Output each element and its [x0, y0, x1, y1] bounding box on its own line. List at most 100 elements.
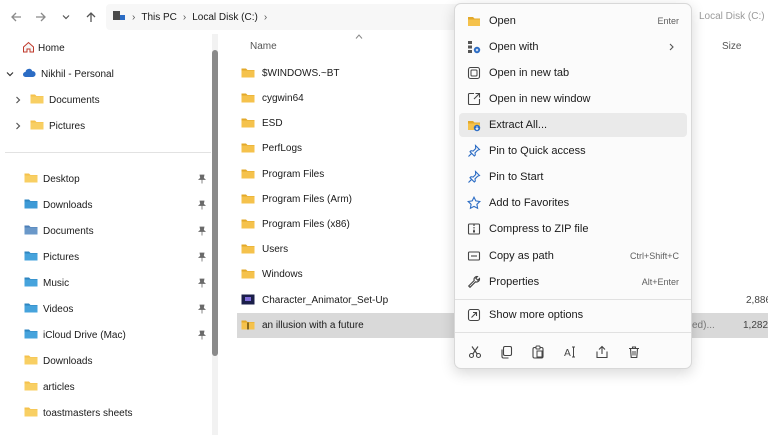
- recent-locations-chevron-icon[interactable]: [58, 9, 74, 25]
- paste-icon[interactable]: [529, 343, 547, 361]
- pin-icon[interactable]: [197, 278, 207, 288]
- sidebar-item-toastmasters-sheets[interactable]: toastmasters sheets: [24, 402, 234, 424]
- sidebar-item-articles[interactable]: articles: [24, 376, 234, 398]
- menu-item-pin-quick-access[interactable]: Pin to Quick access: [459, 139, 687, 163]
- folder-icon: [24, 380, 38, 394]
- file-size: 1,282: [743, 320, 768, 331]
- menu-item-shortcut: Enter: [657, 16, 679, 26]
- file-row[interactable]: Program Files (Arm): [237, 187, 457, 212]
- downloads-folder-icon: [24, 198, 38, 212]
- sidebar-item-label: Nikhil - Personal: [41, 68, 114, 80]
- videos-folder-icon: [24, 302, 38, 316]
- share-icon[interactable]: [593, 343, 611, 361]
- cloud-icon: [22, 68, 36, 81]
- sidebar-item-downloads[interactable]: Downloads: [24, 194, 234, 216]
- menu-item-compress-zip[interactable]: Compress to ZIP file: [459, 217, 687, 241]
- open-with-icon: [468, 41, 481, 54]
- folder-icon: [24, 354, 38, 368]
- folder-icon: [241, 193, 255, 207]
- menu-item-show-more-options[interactable]: Show more options: [459, 303, 687, 327]
- sidebar-item-documents[interactable]: Documents: [24, 220, 234, 242]
- up-icon[interactable]: [83, 9, 99, 25]
- menu-item-open-with[interactable]: Open with: [459, 35, 687, 59]
- chevron-right-icon[interactable]: [14, 122, 22, 130]
- pin-icon[interactable]: [197, 304, 207, 314]
- folder-icon: [468, 17, 480, 26]
- pin-icon[interactable]: [197, 200, 207, 210]
- folder-icon: [241, 168, 255, 182]
- sidebar-item-videos[interactable]: Videos: [24, 298, 234, 320]
- file-row[interactable]: ESD: [237, 111, 457, 136]
- sidebar-item-pictures[interactable]: Pictures: [24, 246, 234, 268]
- sidebar-item-icloud-drive[interactable]: iCloud Drive (Mac): [24, 324, 234, 346]
- file-row[interactable]: Users: [237, 237, 457, 262]
- menu-item-open[interactable]: Open Enter: [459, 9, 687, 33]
- sidebar-item-label: iCloud Drive (Mac): [43, 329, 126, 341]
- pin-icon[interactable]: [197, 330, 207, 340]
- forward-icon[interactable]: [33, 9, 49, 25]
- sidebar-item-label: Home: [38, 42, 65, 54]
- back-icon[interactable]: [8, 9, 24, 25]
- folder-icon: [241, 243, 255, 257]
- installer-icon: [241, 294, 255, 308]
- file-row[interactable]: Program Files (x86): [237, 212, 457, 237]
- menu-item-pin-start[interactable]: Pin to Start: [459, 165, 687, 189]
- sidebar-item-home[interactable]: Home: [22, 37, 232, 59]
- sidebar-item-onedrive[interactable]: Nikhil - Personal: [6, 63, 216, 85]
- file-row[interactable]: Character_Animator_Set-Up: [237, 288, 457, 313]
- rename-icon[interactable]: A: [561, 343, 579, 361]
- chevron-down-icon[interactable]: [6, 70, 14, 78]
- sidebar-item-label: Pictures: [43, 251, 80, 263]
- delete-icon[interactable]: [625, 343, 643, 361]
- menu-item-extract-all[interactable]: Extract All...: [459, 113, 687, 137]
- pin-icon[interactable]: [197, 174, 207, 184]
- file-name: Users: [262, 244, 289, 255]
- file-row[interactable]: Windows: [237, 262, 457, 287]
- copy-path-icon: [467, 251, 481, 261]
- menu-item-copy-as-path[interactable]: Copy as path Ctrl+Shift+C: [459, 244, 687, 268]
- sidebar-item-label: Pictures: [49, 120, 86, 132]
- sidebar-item-pictures-onedrive[interactable]: Pictures: [14, 115, 224, 137]
- zip-folder-icon: [241, 319, 255, 333]
- sidebar-item-documents-onedrive[interactable]: Documents: [14, 89, 224, 111]
- pin-icon[interactable]: [197, 226, 207, 236]
- star-icon: [467, 196, 481, 210]
- music-folder-icon: [24, 276, 38, 290]
- cut-icon[interactable]: [466, 343, 484, 361]
- new-tab-icon: [467, 66, 481, 80]
- breadcrumb-local-disk[interactable]: Local Disk (C:): [192, 12, 258, 23]
- chevron-right-icon: [669, 43, 674, 51]
- file-name: Program Files: [262, 169, 325, 180]
- menu-item-properties[interactable]: Properties Alt+Enter: [459, 270, 687, 294]
- sidebar-item-downloads-2[interactable]: Downloads: [24, 350, 234, 372]
- file-name: $WINDOWS.~BT: [262, 68, 340, 79]
- folder-icon: [241, 218, 255, 232]
- file-name: an illusion with a future: [262, 320, 364, 331]
- file-row[interactable]: $WINDOWS.~BT: [237, 61, 457, 86]
- file-name: ESD: [262, 118, 283, 129]
- copy-icon[interactable]: [497, 343, 515, 361]
- menu-item-label: Copy as path: [489, 250, 554, 262]
- menu-item-label: Add to Favorites: [489, 197, 570, 209]
- menu-item-shortcut: Ctrl+Shift+C: [629, 251, 679, 261]
- pictures-folder-icon: [24, 250, 38, 264]
- column-header-size[interactable]: Size: [722, 41, 741, 52]
- sort-ascending-icon[interactable]: [355, 34, 363, 39]
- file-row[interactable]: Program Files: [237, 162, 457, 187]
- menu-item-open-new-window[interactable]: Open in new window: [459, 87, 687, 111]
- file-name: Character_Animator_Set-Up: [262, 295, 389, 306]
- file-row[interactable]: cygwin64: [237, 86, 457, 111]
- chevron-right-icon: ›: [132, 12, 136, 23]
- zip-icon: [467, 223, 481, 235]
- folder-icon: [241, 142, 255, 156]
- menu-item-open-new-tab[interactable]: Open in new tab: [459, 61, 687, 85]
- chevron-right-icon[interactable]: [14, 96, 22, 104]
- file-row[interactable]: PerfLogs: [237, 136, 457, 161]
- breadcrumb-this-pc[interactable]: This PC: [141, 12, 177, 23]
- menu-item-add-favorites[interactable]: Add to Favorites: [459, 191, 687, 215]
- sidebar-item-desktop[interactable]: Desktop: [24, 168, 234, 190]
- column-header-name[interactable]: Name: [250, 41, 277, 52]
- pin-icon[interactable]: [197, 252, 207, 262]
- sidebar-item-music[interactable]: Music: [24, 272, 234, 294]
- sidebar-item-label: Documents: [49, 94, 100, 106]
